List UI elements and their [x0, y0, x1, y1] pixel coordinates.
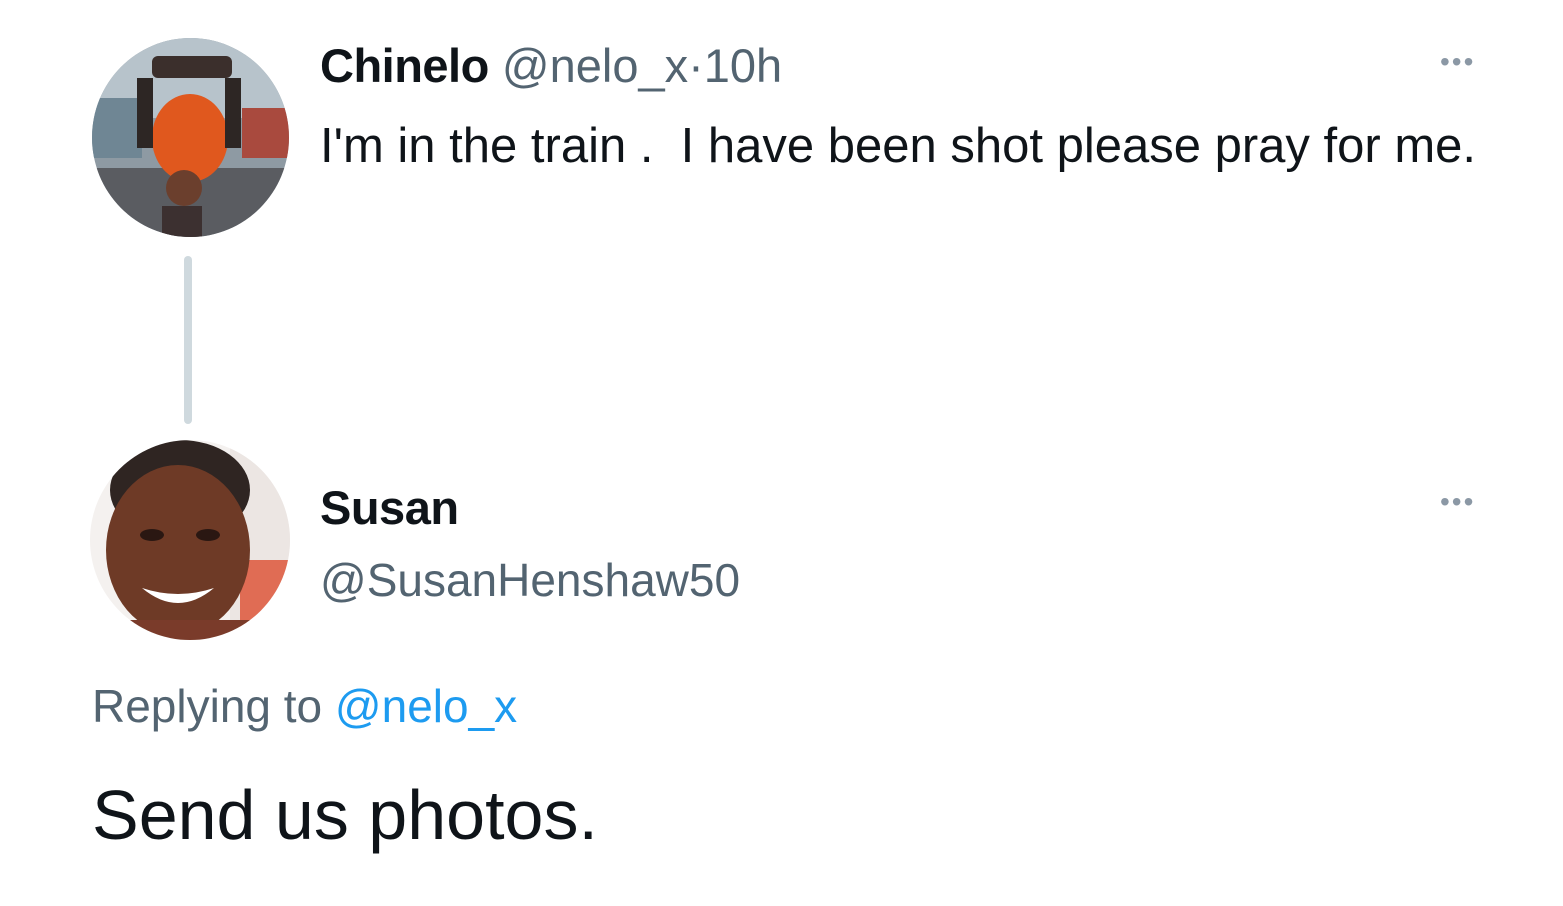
replying-to-prefix: Replying to [92, 680, 323, 732]
tweet-text: I'm in the train . I have been shot plea… [320, 119, 1477, 173]
tweet-author-handle[interactable]: @nelo_x [502, 39, 688, 92]
tweet-author-name[interactable]: Chinelo [320, 39, 489, 92]
reply-author-name[interactable]: Susan [320, 478, 459, 538]
tweet-separator: · [688, 39, 704, 92]
tweet-header: Chinelo @nelo_x·10h [320, 36, 782, 96]
more-horizontal-icon[interactable]: ••• [1440, 488, 1475, 516]
chinelo-avatar[interactable] [92, 38, 289, 237]
reply-text: Send us photos. [92, 776, 598, 854]
more-horizontal-icon[interactable]: ••• [1440, 48, 1475, 76]
replying-to-mention[interactable]: @nelo_x [335, 680, 517, 732]
tweet-timestamp[interactable]: 10h [704, 39, 782, 92]
susan-avatar[interactable] [90, 440, 290, 640]
reply-author-handle[interactable]: @SusanHenshaw50 [320, 550, 740, 610]
replying-to-line: Replying to @nelo_x [92, 676, 517, 736]
thread-connector-line [184, 256, 192, 424]
